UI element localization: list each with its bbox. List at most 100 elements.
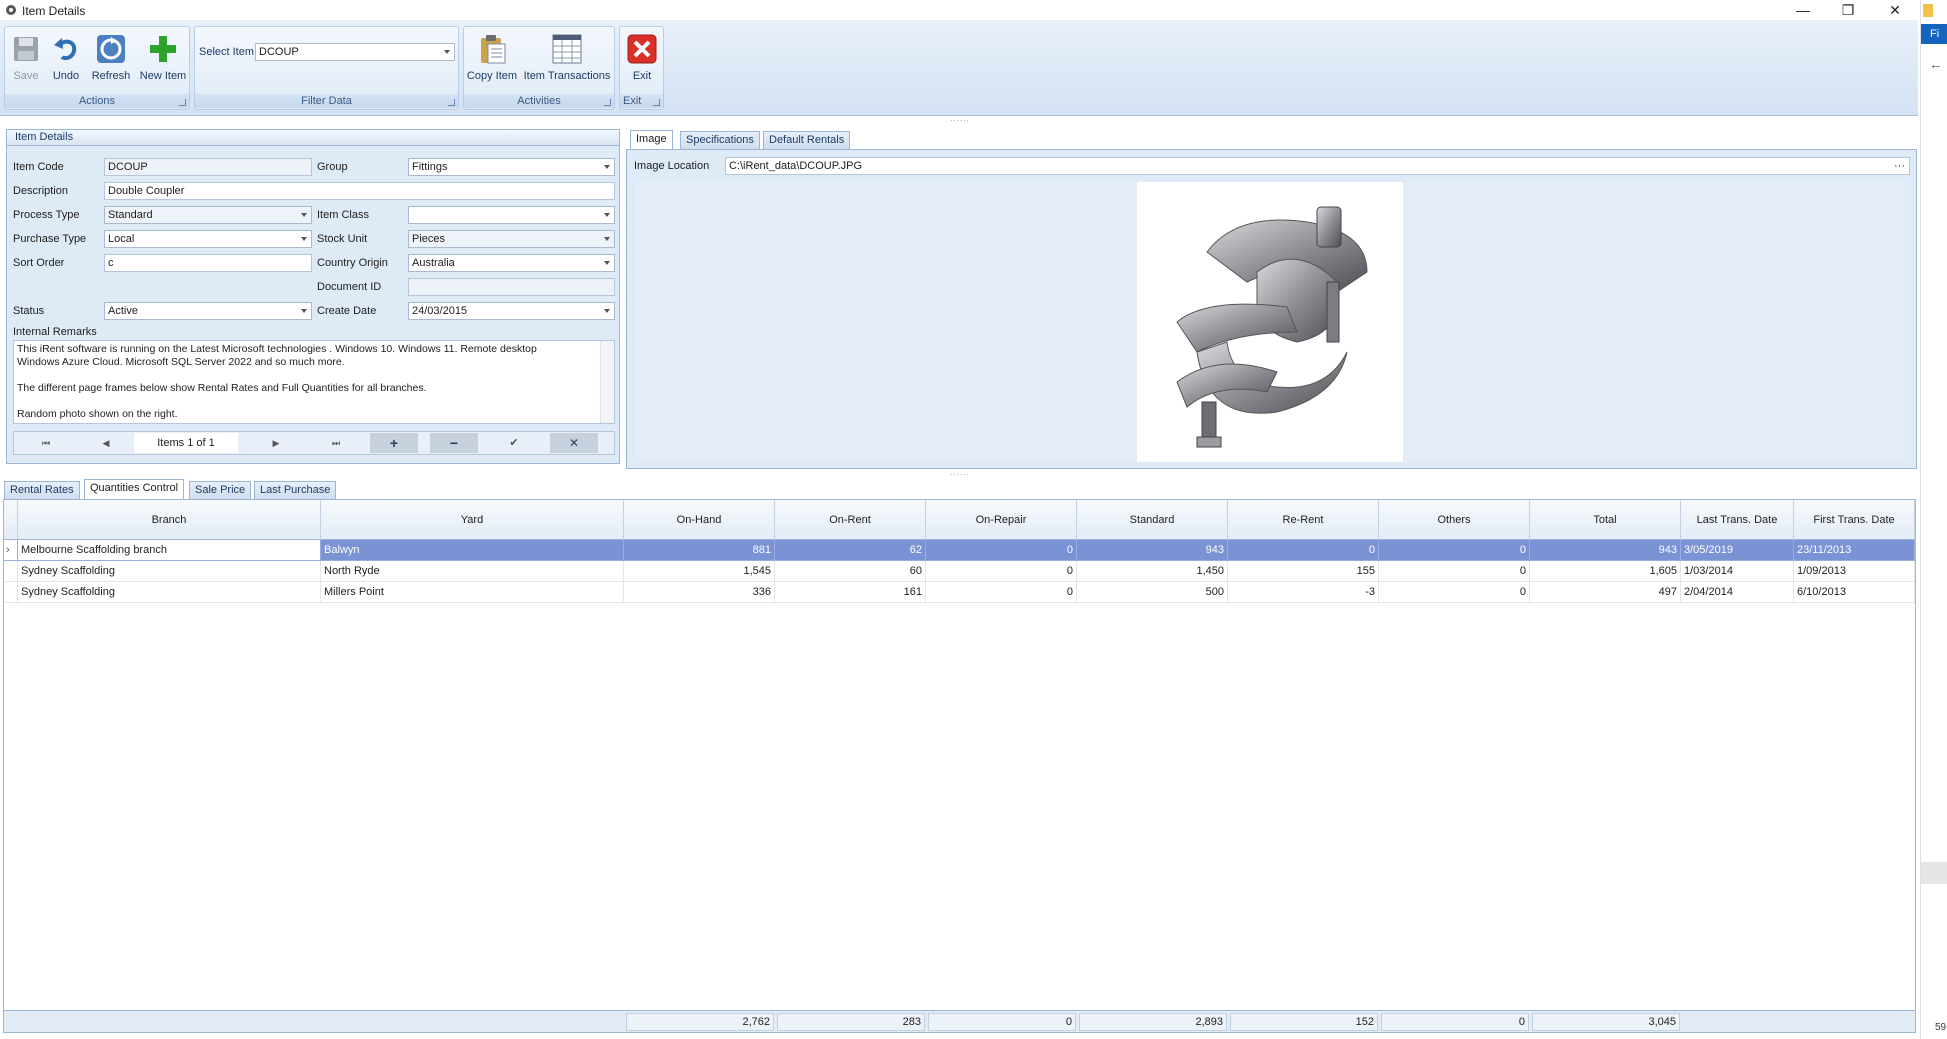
item-code-field[interactable]: DCOUP bbox=[104, 158, 312, 176]
tab-last-purchase[interactable]: Last Purchase bbox=[254, 481, 337, 499]
copy-item-button[interactable]: Copy Item bbox=[466, 33, 518, 82]
cell-first-trans-date[interactable]: 23/11/2013 bbox=[1794, 540, 1915, 561]
document-id-field[interactable] bbox=[408, 278, 615, 296]
country-origin-combo[interactable]: Australia bbox=[408, 254, 615, 272]
tab-default-rentals[interactable]: Default Rentals bbox=[763, 131, 851, 149]
side-scroll-thumb[interactable] bbox=[1921, 862, 1947, 884]
create-date-picker[interactable]: 24/03/2015 bbox=[408, 302, 615, 320]
cell-yard[interactable]: Millers Point bbox=[321, 582, 624, 603]
cell-last-trans-date[interactable]: 1/03/2014 bbox=[1681, 561, 1794, 582]
column-header-standard[interactable]: Standard bbox=[1077, 500, 1228, 540]
minimize-button[interactable]: — bbox=[1780, 0, 1826, 20]
cell-first-trans-date[interactable]: 6/10/2013 bbox=[1794, 582, 1915, 603]
cell-on-rent[interactable]: 161 bbox=[775, 582, 926, 603]
nav-remove-button[interactable]: − bbox=[430, 433, 478, 453]
exit-button[interactable]: Exit bbox=[624, 33, 660, 82]
cell-on-rent[interactable]: 62 bbox=[775, 540, 926, 561]
side-tab[interactable]: Fi bbox=[1921, 24, 1947, 44]
cell-branch[interactable]: Sydney Scaffolding bbox=[18, 561, 321, 582]
cell-branch[interactable]: Melbourne Scaffolding branch bbox=[18, 540, 321, 561]
restore-button[interactable]: ❐ bbox=[1825, 0, 1871, 20]
internal-remarks-textarea[interactable]: This iRent software is running on the La… bbox=[13, 340, 615, 424]
browse-icon[interactable]: ··· bbox=[1894, 158, 1905, 174]
tab-sale-price[interactable]: Sale Price bbox=[189, 481, 252, 499]
cell-on-hand[interactable]: 1,545 bbox=[624, 561, 775, 582]
cell-on-repair[interactable]: 0 bbox=[926, 561, 1077, 582]
cell-branch[interactable]: Sydney Scaffolding bbox=[18, 582, 321, 603]
column-header-others[interactable]: Others bbox=[1379, 500, 1530, 540]
image-location-field[interactable]: C:\iRent_data\DCOUP.JPG ··· bbox=[725, 157, 1910, 175]
tab-specifications[interactable]: Specifications bbox=[680, 131, 760, 149]
table-row[interactable]: › Melbourne Scaffolding branch Balwyn 88… bbox=[4, 540, 1915, 561]
row-selector[interactable] bbox=[4, 561, 18, 582]
cell-standard[interactable]: 500 bbox=[1077, 582, 1228, 603]
refresh-button[interactable]: Refresh bbox=[91, 33, 131, 82]
nav-last-button[interactable]: ⏭ bbox=[312, 433, 360, 453]
cell-others[interactable]: 0 bbox=[1379, 540, 1530, 561]
cell-on-repair[interactable]: 0 bbox=[926, 582, 1077, 603]
tab-image[interactable]: Image bbox=[630, 130, 673, 150]
nav-cancel-button[interactable]: ✕ bbox=[550, 433, 598, 453]
column-header-on-hand[interactable]: On-Hand bbox=[624, 500, 775, 540]
sort-order-field[interactable]: c bbox=[104, 254, 312, 272]
actions-expand-icon[interactable] bbox=[179, 99, 186, 106]
table-row[interactable]: Sydney Scaffolding Millers Point 336 161… bbox=[4, 582, 1915, 603]
stock-unit-combo[interactable]: Pieces bbox=[408, 230, 615, 248]
column-header-first-trans-date[interactable]: First Trans. Date bbox=[1794, 500, 1915, 540]
tab-quantities-control[interactable]: Quantities Control bbox=[84, 479, 185, 499]
nav-next-button[interactable]: ▶ bbox=[252, 433, 300, 453]
cell-on-rent[interactable]: 60 bbox=[775, 561, 926, 582]
cell-re-rent[interactable]: 155 bbox=[1228, 561, 1379, 582]
remarks-scrollbar[interactable] bbox=[600, 341, 614, 423]
column-header-re-rent[interactable]: Re-Rent bbox=[1228, 500, 1379, 540]
back-arrow-icon[interactable]: ← bbox=[1929, 56, 1943, 72]
cell-total[interactable]: 943 bbox=[1530, 540, 1681, 561]
activities-expand-icon[interactable] bbox=[604, 99, 611, 106]
middle-splitter[interactable]: ...... bbox=[940, 469, 980, 477]
cell-re-rent[interactable]: -3 bbox=[1228, 582, 1379, 603]
status-combo[interactable]: Active bbox=[104, 302, 312, 320]
filter-expand-icon[interactable] bbox=[448, 99, 455, 106]
nav-confirm-button[interactable]: ✔ bbox=[490, 433, 538, 453]
row-selector[interactable] bbox=[4, 582, 18, 603]
row-selector-icon[interactable]: › bbox=[4, 540, 18, 561]
process-type-combo[interactable]: Standard bbox=[104, 206, 312, 224]
save-button[interactable]: Save bbox=[9, 33, 43, 82]
close-button[interactable]: ✕ bbox=[1872, 0, 1918, 20]
cell-others[interactable]: 0 bbox=[1379, 561, 1530, 582]
column-header-total[interactable]: Total bbox=[1530, 500, 1681, 540]
column-header-branch[interactable]: Branch bbox=[18, 500, 321, 540]
top-splitter[interactable]: ...... bbox=[940, 115, 980, 123]
cell-re-rent[interactable]: 0 bbox=[1228, 540, 1379, 561]
table-row[interactable]: Sydney Scaffolding North Ryde 1,545 60 0… bbox=[4, 561, 1915, 582]
column-header-on-repair[interactable]: On-Repair bbox=[926, 500, 1077, 540]
tab-rental-rates[interactable]: Rental Rates bbox=[4, 481, 80, 499]
cell-on-hand[interactable]: 881 bbox=[624, 540, 775, 561]
cell-on-hand[interactable]: 336 bbox=[624, 582, 775, 603]
cell-standard[interactable]: 1,450 bbox=[1077, 561, 1228, 582]
select-item-combo[interactable]: DCOUP bbox=[255, 43, 455, 61]
cell-others[interactable]: 0 bbox=[1379, 582, 1530, 603]
column-header-last-trans-date[interactable]: Last Trans. Date bbox=[1681, 500, 1794, 540]
group-combo[interactable]: Fittings bbox=[408, 158, 615, 176]
cell-first-trans-date[interactable]: 1/09/2013 bbox=[1794, 561, 1915, 582]
nav-first-button[interactable]: ⏮ bbox=[22, 433, 70, 453]
column-header-yard[interactable]: Yard bbox=[321, 500, 624, 540]
cell-yard[interactable]: North Ryde bbox=[321, 561, 624, 582]
cell-last-trans-date[interactable]: 3/05/2019 bbox=[1681, 540, 1794, 561]
cell-total[interactable]: 497 bbox=[1530, 582, 1681, 603]
nav-prev-button[interactable]: ◀ bbox=[82, 433, 130, 453]
item-class-combo[interactable] bbox=[408, 206, 615, 224]
column-header-on-rent[interactable]: On-Rent bbox=[775, 500, 926, 540]
description-field[interactable]: Double Coupler bbox=[104, 182, 615, 200]
item-transactions-button[interactable]: Item Transactions bbox=[522, 33, 612, 82]
purchase-type-combo[interactable]: Local bbox=[104, 230, 312, 248]
undo-button[interactable]: Undo bbox=[49, 33, 83, 82]
cell-on-repair[interactable]: 0 bbox=[926, 540, 1077, 561]
cell-total[interactable]: 1,605 bbox=[1530, 561, 1681, 582]
nav-add-button[interactable]: + bbox=[370, 433, 418, 453]
cell-standard[interactable]: 943 bbox=[1077, 540, 1228, 561]
cell-last-trans-date[interactable]: 2/04/2014 bbox=[1681, 582, 1794, 603]
exit-expand-icon[interactable] bbox=[653, 99, 660, 106]
new-item-button[interactable]: New Item bbox=[139, 33, 187, 82]
